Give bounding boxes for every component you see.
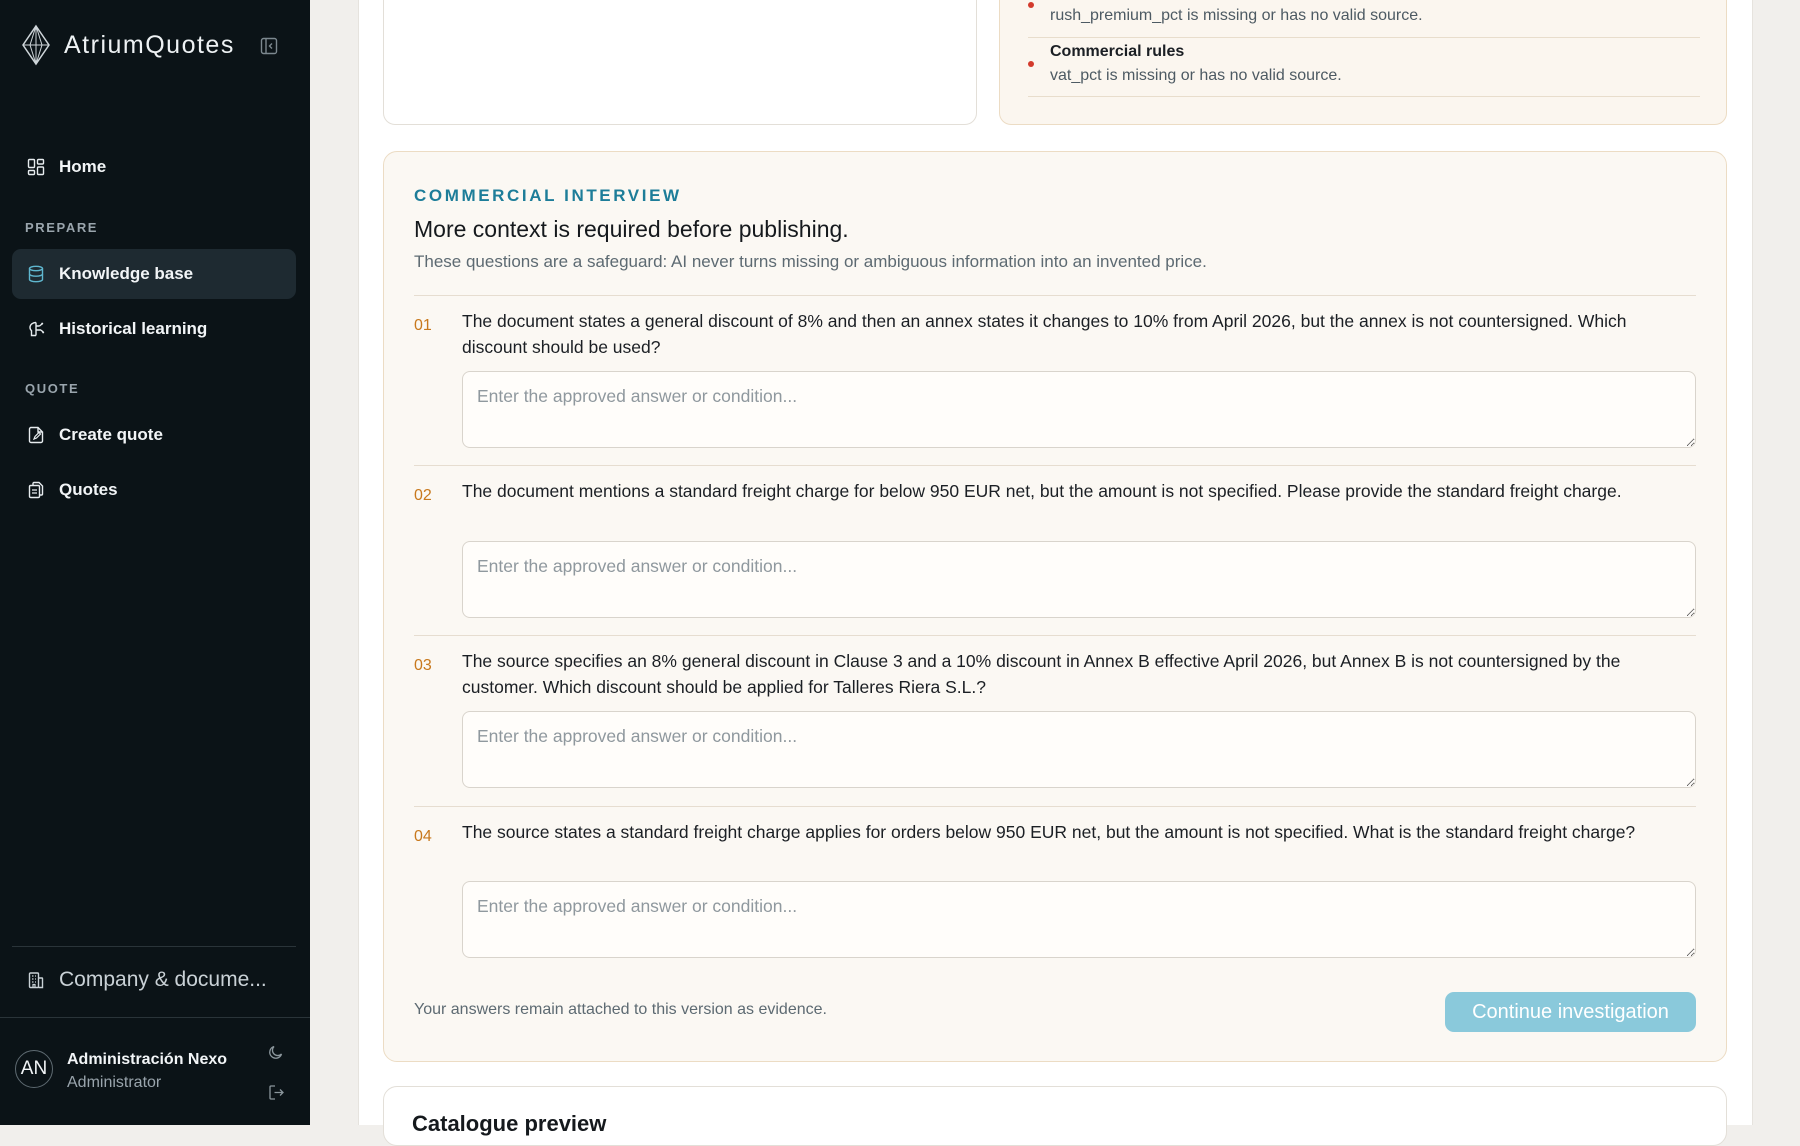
sidebar-divider [12, 946, 296, 947]
sidebar-item-knowledge-base[interactable]: Knowledge base [12, 249, 296, 299]
sidebar-collapse-button[interactable] [259, 36, 279, 56]
issues-panel: rush_premium_pct is missing or has no va… [999, 0, 1727, 125]
company-documents-label: Company & docume... [59, 968, 267, 991]
commercial-interview-card: COMMERCIAL INTERVIEW More context is req… [383, 151, 1727, 1062]
sidebar-item-label: Create quote [59, 425, 163, 444]
logout-icon [268, 1084, 284, 1100]
brain-icon [26, 319, 46, 339]
question-text: The source states a standard freight cha… [462, 822, 1636, 842]
catalogue-preview-title: Catalogue preview [412, 1111, 607, 1136]
answer-field-01[interactable] [462, 371, 1696, 448]
interview-subheading: These questions are a safeguard: AI neve… [414, 252, 1207, 271]
issue-title: Commercial rules [1050, 43, 1185, 60]
nav-section-prepare: PREPARE [25, 220, 99, 235]
question-number: 02 [414, 487, 432, 504]
brand[interactable]: AtriumQuotes [20, 24, 235, 66]
question-number: 03 [414, 657, 432, 674]
issue-indicator [1028, 61, 1034, 67]
sidebar-item-historical-learning[interactable]: Historical learning [12, 304, 296, 354]
sidebar-item-label: Historical learning [59, 319, 208, 338]
issue-indicator [1028, 2, 1034, 8]
summary-card [383, 0, 977, 125]
issue-description: vat_pct is missing or has no valid sourc… [1050, 67, 1342, 84]
sidebar-collapse-icon [260, 37, 278, 55]
question-text: The source specifies an 8% general disco… [462, 651, 1621, 697]
divider [414, 806, 1696, 807]
avatar[interactable]: AN [15, 1050, 53, 1088]
section-eyebrow: COMMERCIAL INTERVIEW [414, 186, 682, 205]
moon-icon [269, 1045, 283, 1059]
sidebar-item-label: Knowledge base [59, 264, 194, 283]
dashboard-grid-icon [26, 157, 46, 177]
divider [414, 295, 1696, 296]
sidebar-item-create-quote[interactable]: Create quote [12, 410, 296, 460]
continue-investigation-button[interactable]: Continue investigation [1445, 992, 1696, 1032]
question-number: 01 [414, 317, 432, 334]
question-text: The document states a general discount o… [462, 311, 1627, 357]
user-name: Administración Nexo [67, 1051, 228, 1068]
documents-icon [26, 480, 46, 500]
theme-toggle-button[interactable] [266, 1042, 286, 1062]
catalogue-preview-card: Catalogue preview [383, 1086, 1727, 1146]
logout-button[interactable] [266, 1082, 286, 1102]
question-number: 04 [414, 828, 432, 845]
sidebar-item-home[interactable]: Home [12, 142, 296, 192]
nav-section-quote: QUOTE [25, 381, 80, 396]
user-role: Administrator [67, 1074, 162, 1091]
database-icon [26, 264, 46, 284]
issue-divider [1028, 37, 1700, 38]
sidebar: AtriumQuotes Home PREPARE Knowledge base… [0, 0, 310, 1125]
divider [414, 635, 1696, 636]
diamond-logo-icon [22, 24, 50, 66]
user-panel: AN Administración Nexo Administrator [0, 1017, 310, 1126]
divider [414, 465, 1696, 466]
document-edit-icon [26, 425, 46, 445]
evidence-note: Your answers remain attached to this ver… [414, 1001, 827, 1018]
sidebar-item-label: Home [59, 157, 107, 176]
answer-field-04[interactable] [462, 881, 1696, 958]
sidebar-item-company-documents[interactable]: Company & docume... [12, 956, 296, 1004]
app-name: AtriumQuotes [64, 30, 235, 59]
answer-field-02[interactable] [462, 541, 1696, 618]
sidebar-item-quotes[interactable]: Quotes [12, 465, 296, 515]
interview-heading: More context is required before publishi… [414, 216, 849, 242]
sidebar-item-label: Quotes [59, 480, 118, 499]
issue-description: rush_premium_pct is missing or has no va… [1050, 7, 1423, 24]
issue-divider [1028, 96, 1700, 97]
answer-field-03[interactable] [462, 711, 1696, 788]
building-icon [26, 970, 46, 990]
question-text: The document mentions a standard freight… [462, 481, 1622, 501]
